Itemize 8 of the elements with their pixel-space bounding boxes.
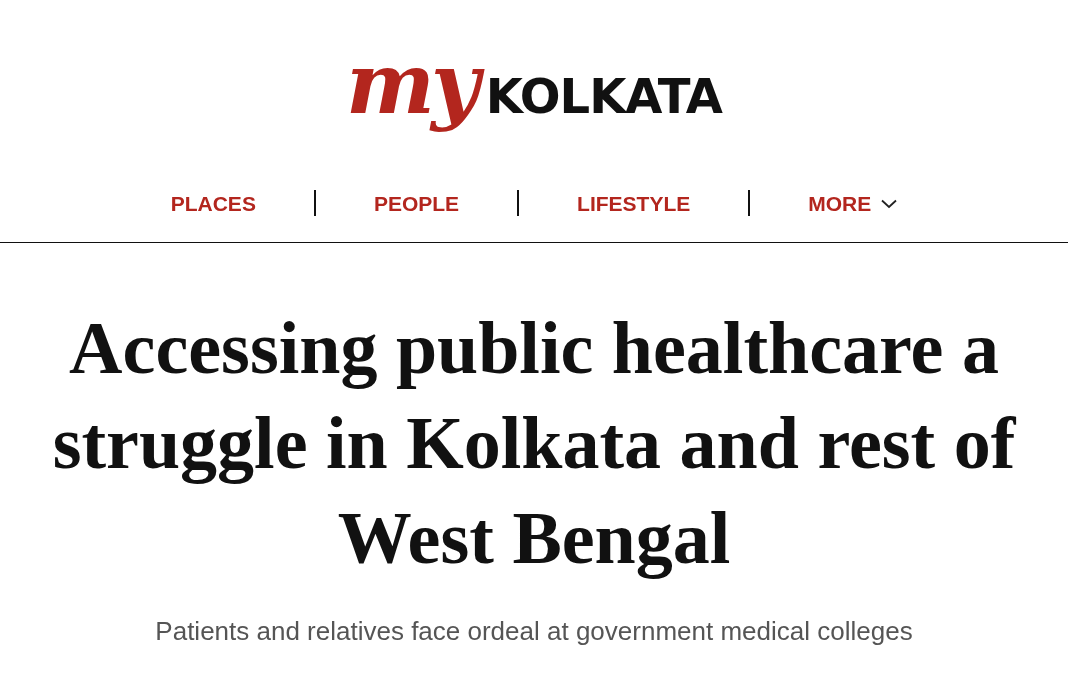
- site-logo[interactable]: myKOLKATA: [346, 34, 722, 134]
- nav-link[interactable]: LIFESTYLE: [577, 182, 691, 226]
- chevron-down-icon: [881, 199, 898, 209]
- nav-dropdown[interactable]: MORE: [808, 182, 898, 226]
- nav-link[interactable]: PEOPLE: [373, 182, 460, 226]
- nav-link[interactable]: PLACES: [170, 182, 256, 226]
- article-headline: Accessing public healthcare a struggle in Kolkata and rest of West Bengal: [51, 306, 1017, 581]
- article-subheadline: Patients and relatives face ordeal at government medical colleges: [155, 616, 913, 647]
